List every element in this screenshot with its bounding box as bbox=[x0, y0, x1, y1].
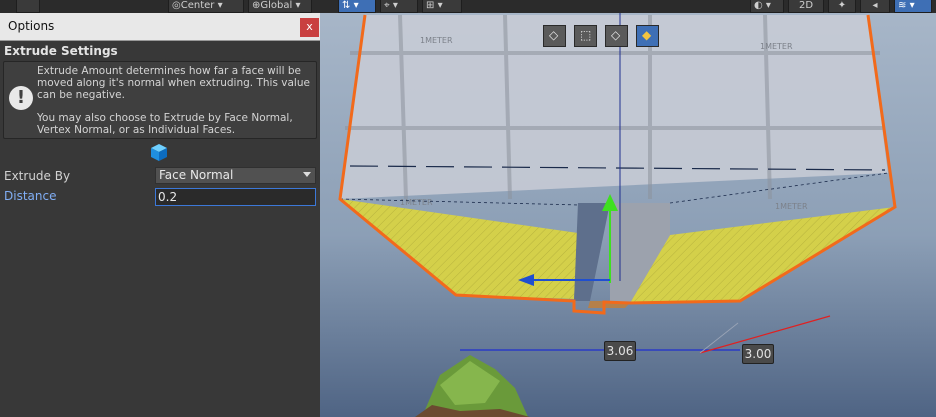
grid-label-2: 1METER bbox=[760, 42, 793, 51]
grid-label-1: 1METER bbox=[420, 36, 453, 45]
layers-icon: ≋ bbox=[898, 0, 907, 11]
section-title: Extrude Settings bbox=[4, 44, 118, 58]
audio-button[interactable]: ◂ bbox=[860, 0, 890, 13]
distance-input[interactable] bbox=[155, 188, 316, 206]
lighting-button[interactable]: ✦ bbox=[828, 0, 856, 13]
extrude-by-label: Extrude By bbox=[4, 169, 71, 183]
options-title-bar: Options x bbox=[0, 13, 320, 41]
top-toolbar: ◎Center ▾ ⊕Global ▾ ⇅ ▾ ⌖ ▾ ⊞ ▾ ◐ ▾ 2D ✦… bbox=[0, 0, 936, 13]
dropdown-arrow-icon bbox=[303, 172, 311, 177]
shading-mode-button[interactable]: ◐ ▾ bbox=[750, 0, 784, 13]
face-mode-icon: ◇ bbox=[611, 28, 621, 42]
snap-increment-button[interactable]: ⌖ ▾ bbox=[380, 0, 418, 13]
object-select-button[interactable]: ◆ bbox=[636, 25, 659, 47]
close-icon: x bbox=[306, 20, 313, 33]
object-mode-icon: ◆ bbox=[642, 28, 652, 42]
close-button[interactable]: x bbox=[300, 18, 319, 37]
scene-view[interactable]: 1METER 1METER 1METER 1METER ◇ ⬚ ◇ ◆ 3.06… bbox=[320, 13, 936, 417]
axis-icon: ⇅ bbox=[342, 0, 351, 11]
extrude-by-dropdown[interactable]: Face Normal bbox=[155, 167, 316, 184]
vertex-mode-icon: ◇ bbox=[549, 28, 559, 42]
measure-label-1: 3.06 bbox=[604, 341, 636, 361]
edge-mode-icon: ⬚ bbox=[580, 28, 592, 42]
toolbar-left-button[interactable] bbox=[16, 0, 40, 13]
2d-mode-button[interactable]: 2D bbox=[788, 0, 824, 13]
vertex-select-button[interactable]: ◇ bbox=[543, 25, 566, 47]
distance-label: Distance bbox=[4, 189, 57, 203]
grid-visibility-button[interactable]: ⊞ ▾ bbox=[422, 0, 462, 13]
measure-label-2: 3.00 bbox=[742, 344, 774, 364]
speaker-icon: ◂ bbox=[872, 0, 878, 11]
pivot-icon: ◎ bbox=[172, 0, 181, 11]
edge-select-button[interactable]: ⬚ bbox=[574, 25, 597, 47]
help-box: ! Extrude Amount determines how far a fa… bbox=[3, 61, 317, 139]
bulb-icon: ✦ bbox=[837, 0, 847, 11]
grid-label-4: 1METER bbox=[775, 202, 808, 211]
help-text-1: Extrude Amount determines how far a face… bbox=[37, 65, 310, 101]
options-panel: Options x Extrude Settings ! Extrude Amo… bbox=[0, 13, 320, 417]
space-label: Global bbox=[260, 0, 293, 11]
pivot-dropdown[interactable]: ◎Center ▾ bbox=[168, 0, 244, 13]
face-select-button[interactable]: ◇ bbox=[605, 25, 628, 47]
pivot-label: Center bbox=[180, 0, 215, 11]
grid-snap-button[interactable]: ⇅ ▾ bbox=[338, 0, 376, 13]
space-dropdown[interactable]: ⊕Global ▾ bbox=[248, 0, 312, 13]
sphere-icon: ◐ bbox=[754, 0, 763, 11]
snap-icon: ⌖ bbox=[384, 0, 390, 11]
extrude-by-value: Face Normal bbox=[159, 168, 234, 182]
warning-icon: ! bbox=[9, 86, 33, 110]
layers-button[interactable]: ≋ ▾ bbox=[894, 0, 932, 13]
grid-icon: ⊞ bbox=[426, 0, 435, 11]
help-text-2: You may also choose to Extrude by Face N… bbox=[37, 112, 293, 136]
window-title: Options bbox=[8, 19, 55, 33]
grid-label-3: 1METER bbox=[400, 198, 433, 207]
extrude-cube-icon bbox=[149, 142, 169, 162]
